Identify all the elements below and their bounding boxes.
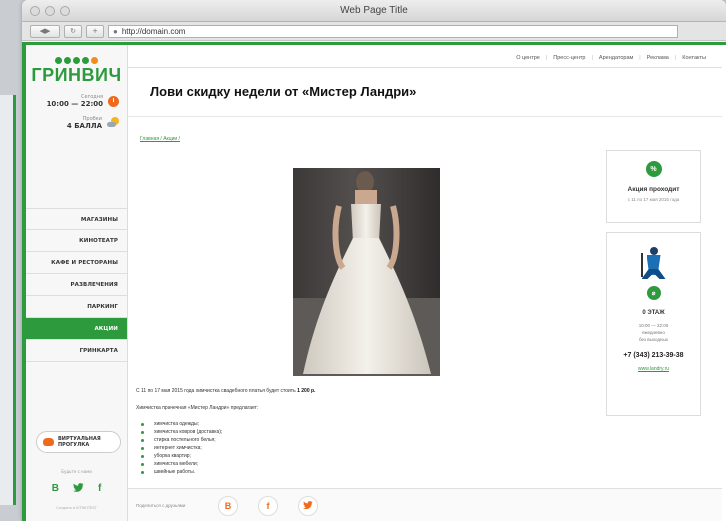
virtual-tour-label: ВИРТУАЛЬНАЯ ПРОГУЛКА bbox=[58, 436, 101, 448]
list-item: химчистка ковров (доставка); bbox=[136, 428, 596, 436]
social-caption: Будьте с нами bbox=[61, 469, 92, 474]
title-bar: Web Page Title bbox=[22, 0, 726, 22]
facebook-icon[interactable]: f bbox=[98, 483, 101, 496]
vk-icon[interactable]: В bbox=[52, 483, 59, 496]
wedding-dress-photo bbox=[293, 168, 440, 376]
window-controls bbox=[30, 6, 70, 16]
store-logo bbox=[639, 247, 669, 281]
list-item: химчистка мебели; bbox=[136, 460, 596, 468]
share-bar: Поделиться с друзьями В f bbox=[128, 488, 722, 521]
reload-button[interactable]: ↻ bbox=[64, 24, 82, 38]
back-forward-button[interactable]: ◀ ▶ bbox=[30, 24, 60, 38]
social-links: В f bbox=[26, 483, 127, 496]
article-text: С 11 по 17 мая 2015 года химчистка сваде… bbox=[136, 388, 596, 476]
zoom-window-button[interactable] bbox=[60, 6, 70, 16]
list-item: стирка постельного белья; bbox=[136, 436, 596, 444]
clock-icon bbox=[108, 95, 119, 107]
site-logo[interactable]: ГРИНВИЧ bbox=[26, 45, 127, 86]
nav-tenants[interactable]: Арендаторам bbox=[593, 55, 639, 61]
article-offers-heading: Химчистка прачечная «Мистер Ландри» пред… bbox=[136, 405, 259, 411]
plus-icon: + bbox=[92, 27, 98, 35]
bookmark-button[interactable]: + bbox=[86, 24, 104, 38]
article-intro: С 11 по 17 мая 2015 года химчистка сваде… bbox=[136, 388, 316, 394]
background-window-edge bbox=[0, 95, 16, 505]
logo-text: ГРИНВИЧ bbox=[31, 65, 122, 85]
minimize-window-button[interactable] bbox=[45, 6, 55, 16]
sidebar: ГРИНВИЧ Сегодня 10:00 — 22:00 Пробки 4 Б… bbox=[26, 45, 128, 521]
menu-item-cinema[interactable]: КИНОТЕАТР bbox=[26, 230, 127, 252]
browser-window: Web Page Title ◀ ▶ ↻ + ● http://domain.co… bbox=[22, 0, 726, 521]
list-item: химчистка одежды; bbox=[136, 420, 596, 428]
nav-about[interactable]: О центре bbox=[510, 55, 546, 61]
menu-item-cafes[interactable]: КАФЕ И РЕСТОРАНЫ bbox=[26, 252, 127, 274]
credits: Создано в IVTIHOTEST bbox=[56, 506, 97, 510]
share-twitter-button[interactable] bbox=[298, 495, 318, 516]
menu-item-entertainment[interactable]: РАЗВЛЕЧЕНИЯ bbox=[26, 274, 127, 296]
vr-glasses-icon bbox=[43, 438, 54, 446]
list-item: уборка квартир; bbox=[136, 452, 596, 460]
menu-item-parking[interactable]: ПАРКИНГ bbox=[26, 296, 127, 318]
title-divider bbox=[128, 116, 722, 117]
share-vk-button[interactable]: В bbox=[218, 495, 238, 516]
breadcrumb[interactable]: Главная / Акции / bbox=[140, 136, 180, 142]
logo-dots-icon bbox=[26, 57, 127, 64]
website: ГРИНВИЧ Сегодня 10:00 — 22:00 Пробки 4 Б… bbox=[22, 42, 726, 521]
browser-toolbar: ◀ ▶ ↻ + ● http://domain.com bbox=[22, 22, 726, 41]
store-floor: 0 ЭТАЖ bbox=[642, 310, 665, 316]
list-item: швейные работы. bbox=[136, 468, 596, 476]
store-card: ⌀ 0 ЭТАЖ 10:00 — 22:00 ежедневно без вых… bbox=[606, 232, 701, 416]
services-list: химчистка одежды; химчистка ковров (дост… bbox=[136, 420, 596, 476]
store-phone: +7 (343) 213-39-38 bbox=[623, 352, 684, 359]
forward-arrow-icon: ▶ bbox=[45, 27, 51, 35]
share-label: Поделиться с друзьями bbox=[136, 503, 186, 508]
menu-item-greencard[interactable]: ГРИНКАРТА bbox=[26, 340, 127, 362]
share-facebook-button[interactable]: f bbox=[258, 495, 278, 516]
article-price: 1 200 р. bbox=[297, 388, 316, 394]
nav-contacts[interactable]: Контакты bbox=[676, 55, 712, 61]
opening-hours: Сегодня 10:00 — 22:00 bbox=[26, 94, 127, 108]
promo-dates: с 11 по 17 мая 2015 года bbox=[627, 197, 680, 202]
address-bar[interactable]: ● http://domain.com bbox=[108, 24, 678, 38]
url-text: http://domain.com bbox=[121, 26, 186, 36]
main-menu: МАГАЗИНЫ КИНОТЕАТР КАФЕ И РЕСТОРАНЫ РАЗВ… bbox=[26, 208, 127, 362]
weather-icon bbox=[107, 117, 119, 129]
store-website-link[interactable]: www.landry.ru bbox=[607, 366, 700, 372]
menu-item-shops[interactable]: МАГАЗИНЫ bbox=[26, 208, 127, 230]
top-navigation: О центре | Пресс-центр | Арендаторам | Рекл… bbox=[128, 55, 712, 61]
nav-press[interactable]: Пресс-центр bbox=[547, 55, 591, 61]
percent-icon: % bbox=[645, 161, 662, 177]
page-title: Лови скидку недели от «Мистер Ландри» bbox=[150, 84, 417, 99]
reload-icon: ↻ bbox=[70, 27, 76, 35]
twitter-icon bbox=[303, 501, 313, 510]
menu-item-promotions[interactable]: АКЦИИ bbox=[26, 318, 127, 340]
hours-value: 10:00 — 22:00 bbox=[46, 100, 103, 108]
location-pin-icon: ⌀ bbox=[646, 286, 661, 300]
virtual-tour-button[interactable]: ВИРТУАЛЬНАЯ ПРОГУЛКА bbox=[36, 431, 121, 453]
store-hours: 10:00 — 22:00 ежедневно без выходных bbox=[638, 323, 669, 342]
twitter-icon[interactable] bbox=[72, 483, 84, 496]
list-item: интернет химчистка; bbox=[136, 444, 596, 452]
window-title: Web Page Title bbox=[340, 5, 408, 16]
close-window-button[interactable] bbox=[30, 6, 40, 16]
globe-icon: ● bbox=[113, 26, 118, 36]
promo-card: % Акция проходит с 11 по 17 мая 2015 год… bbox=[606, 150, 701, 223]
traffic-value: 4 БАЛЛА bbox=[66, 122, 102, 130]
promo-title: Акция проходит bbox=[627, 186, 680, 193]
main-content: Лови скидку недели от «Мистер Ландри» Гл… bbox=[128, 67, 722, 521]
traffic-info: Пробки 4 БАЛЛА bbox=[26, 116, 127, 130]
nav-advertising[interactable]: Реклама bbox=[641, 55, 675, 61]
